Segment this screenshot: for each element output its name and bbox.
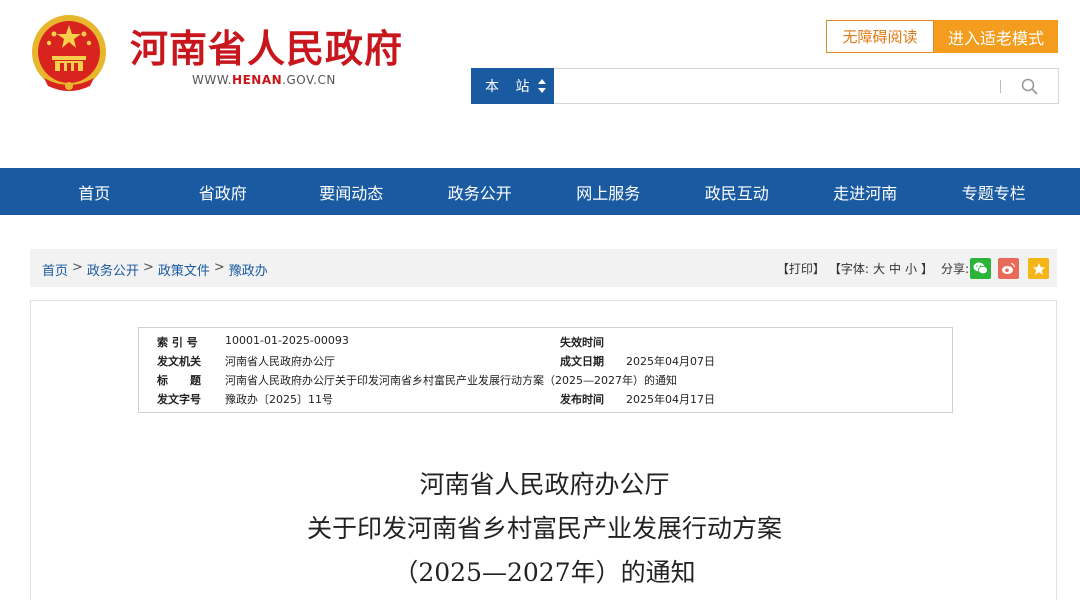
search-scope-select[interactable]: 本 站 <box>471 68 554 104</box>
sort-arrows-icon <box>538 79 546 93</box>
breadcrumb-separator: > <box>142 260 154 275</box>
site-header: 河南省人民政府 WWW.HENAN.GOV.CN 无障碍阅读 进入适老模式 本 … <box>0 0 1080 168</box>
share-label: 分享: <box>940 262 969 276</box>
nav-item-provincial-government[interactable]: 省政府 <box>159 168 288 215</box>
national-emblem-icon <box>32 15 106 91</box>
search-scope-label: 本 站 <box>485 79 536 95</box>
meta-created-label: 成文日期 <box>560 355 604 368</box>
meta-created-value: 2025年04月07日 <box>626 355 715 368</box>
nav-item-interaction[interactable]: 政民互动 <box>673 168 802 215</box>
meta-docno-value: 豫政办〔2025〕11号 <box>225 393 333 406</box>
site-title: 河南省人民政府 <box>130 26 404 71</box>
meta-row-title: 标 题 河南省人民政府办公厅关于印发河南省乡村富民产业发展行动方案（2025—2… <box>139 372 952 391</box>
meta-issuer-label: 发文机关 <box>157 355 201 368</box>
article-container: 索 引 号 10001-01-2025-00093 失效时间 发文机关 河南省人… <box>30 300 1057 600</box>
site-url: WWW.HENAN.GOV.CN <box>192 73 336 87</box>
search-divider <box>1000 80 1001 93</box>
document-meta-table: 索 引 号 10001-01-2025-00093 失效时间 发文机关 河南省人… <box>138 327 953 413</box>
elder-mode-button[interactable]: 进入适老模式 <box>934 20 1058 53</box>
meta-index-value: 10001-01-2025-00093 <box>225 334 349 347</box>
font-size-label: 【字体: <box>828 262 869 276</box>
share-wechat-button[interactable] <box>970 258 991 279</box>
page-tools: 【打印】 【字体: 大 中 小 】 <box>777 260 933 277</box>
meta-published-label: 发布时间 <box>560 393 604 406</box>
breadcrumb-separator: > <box>72 260 83 275</box>
breadcrumb-bar: 首页 > 政务公开 > 政策文件 > 豫政办 【打印】 【字体: 大 中 小 】… <box>30 249 1057 287</box>
meta-index-label: 索 引 号 <box>157 336 198 349</box>
font-small-button[interactable]: 小 <box>905 260 917 277</box>
search-input[interactable] <box>556 69 996 103</box>
document-title-line3: （2025—2027年）的通知 <box>393 558 696 587</box>
meta-row-docno: 发文字号 豫政办〔2025〕11号 发布时间 2025年04月17日 <box>139 391 952 410</box>
nav-item-home[interactable]: 首页 <box>30 168 159 215</box>
meta-issuer-value: 河南省人民政府办公厅 <box>225 355 335 368</box>
breadcrumb-home[interactable]: 首页 <box>42 260 68 279</box>
document-title-line1: 河南省人民政府办公厅 <box>419 470 670 499</box>
meta-title-value: 河南省人民政府办公厅关于印发河南省乡村富民产业发展行动方案（2025—2027年… <box>225 374 677 387</box>
nav-item-gov-affairs[interactable]: 政务公开 <box>416 168 545 215</box>
meta-expire-label: 失效时间 <box>560 336 604 349</box>
document-title: 河南省人民政府办公厅 关于印发河南省乡村富民产业发展行动方案 （2025—202… <box>31 463 1058 595</box>
font-large-button[interactable]: 大 <box>873 260 885 277</box>
nav-item-special-topics[interactable]: 专题专栏 <box>930 168 1059 215</box>
star-icon <box>1032 262 1045 275</box>
nav-item-news[interactable]: 要闻动态 <box>287 168 416 215</box>
main-nav: 首页 省政府 要闻动态 政务公开 网上服务 政民互动 走进河南 专题专栏 <box>0 168 1080 215</box>
meta-row-index: 索 引 号 10001-01-2025-00093 失效时间 <box>139 334 952 353</box>
meta-docno-label: 发文字号 <box>157 393 201 406</box>
share-weibo-button[interactable] <box>998 258 1019 279</box>
site-url-suffix: .GOV.CN <box>282 73 336 87</box>
nav-item-about-henan[interactable]: 走进河南 <box>801 168 930 215</box>
nav-item-online-services[interactable]: 网上服务 <box>544 168 673 215</box>
breadcrumb-separator: > <box>213 260 225 275</box>
weibo-icon <box>1002 262 1016 274</box>
document-title-line2: 关于印发河南省乡村富民产业发展行动方案 <box>306 514 782 543</box>
meta-row-issuer: 发文机关 河南省人民政府办公厅 成文日期 2025年04月07日 <box>139 353 952 372</box>
share-favorite-button[interactable] <box>1028 258 1049 279</box>
breadcrumb-policy-docs[interactable]: 政策文件 <box>158 260 210 279</box>
font-size-close-bracket: 】 <box>920 262 933 276</box>
print-button[interactable]: 【打印】 <box>777 260 825 277</box>
breadcrumb-yuzhengban[interactable]: 豫政办 <box>229 260 268 279</box>
meta-title-label: 标 题 <box>157 374 201 387</box>
breadcrumb-gov-affairs[interactable]: 政务公开 <box>87 260 139 279</box>
wechat-icon <box>973 262 988 275</box>
font-medium-button[interactable]: 中 <box>889 260 901 277</box>
site-url-prefix: WWW. <box>192 73 233 87</box>
site-url-brand: HENAN <box>232 73 283 87</box>
search-bar: 本 站 <box>471 68 1059 104</box>
meta-published-value: 2025年04月17日 <box>626 393 715 406</box>
search-icon[interactable] <box>1020 77 1040 97</box>
breadcrumb: 首页 > 政务公开 > 政策文件 > 豫政办 <box>42 260 268 279</box>
accessible-reading-button[interactable]: 无障碍阅读 <box>826 20 934 53</box>
